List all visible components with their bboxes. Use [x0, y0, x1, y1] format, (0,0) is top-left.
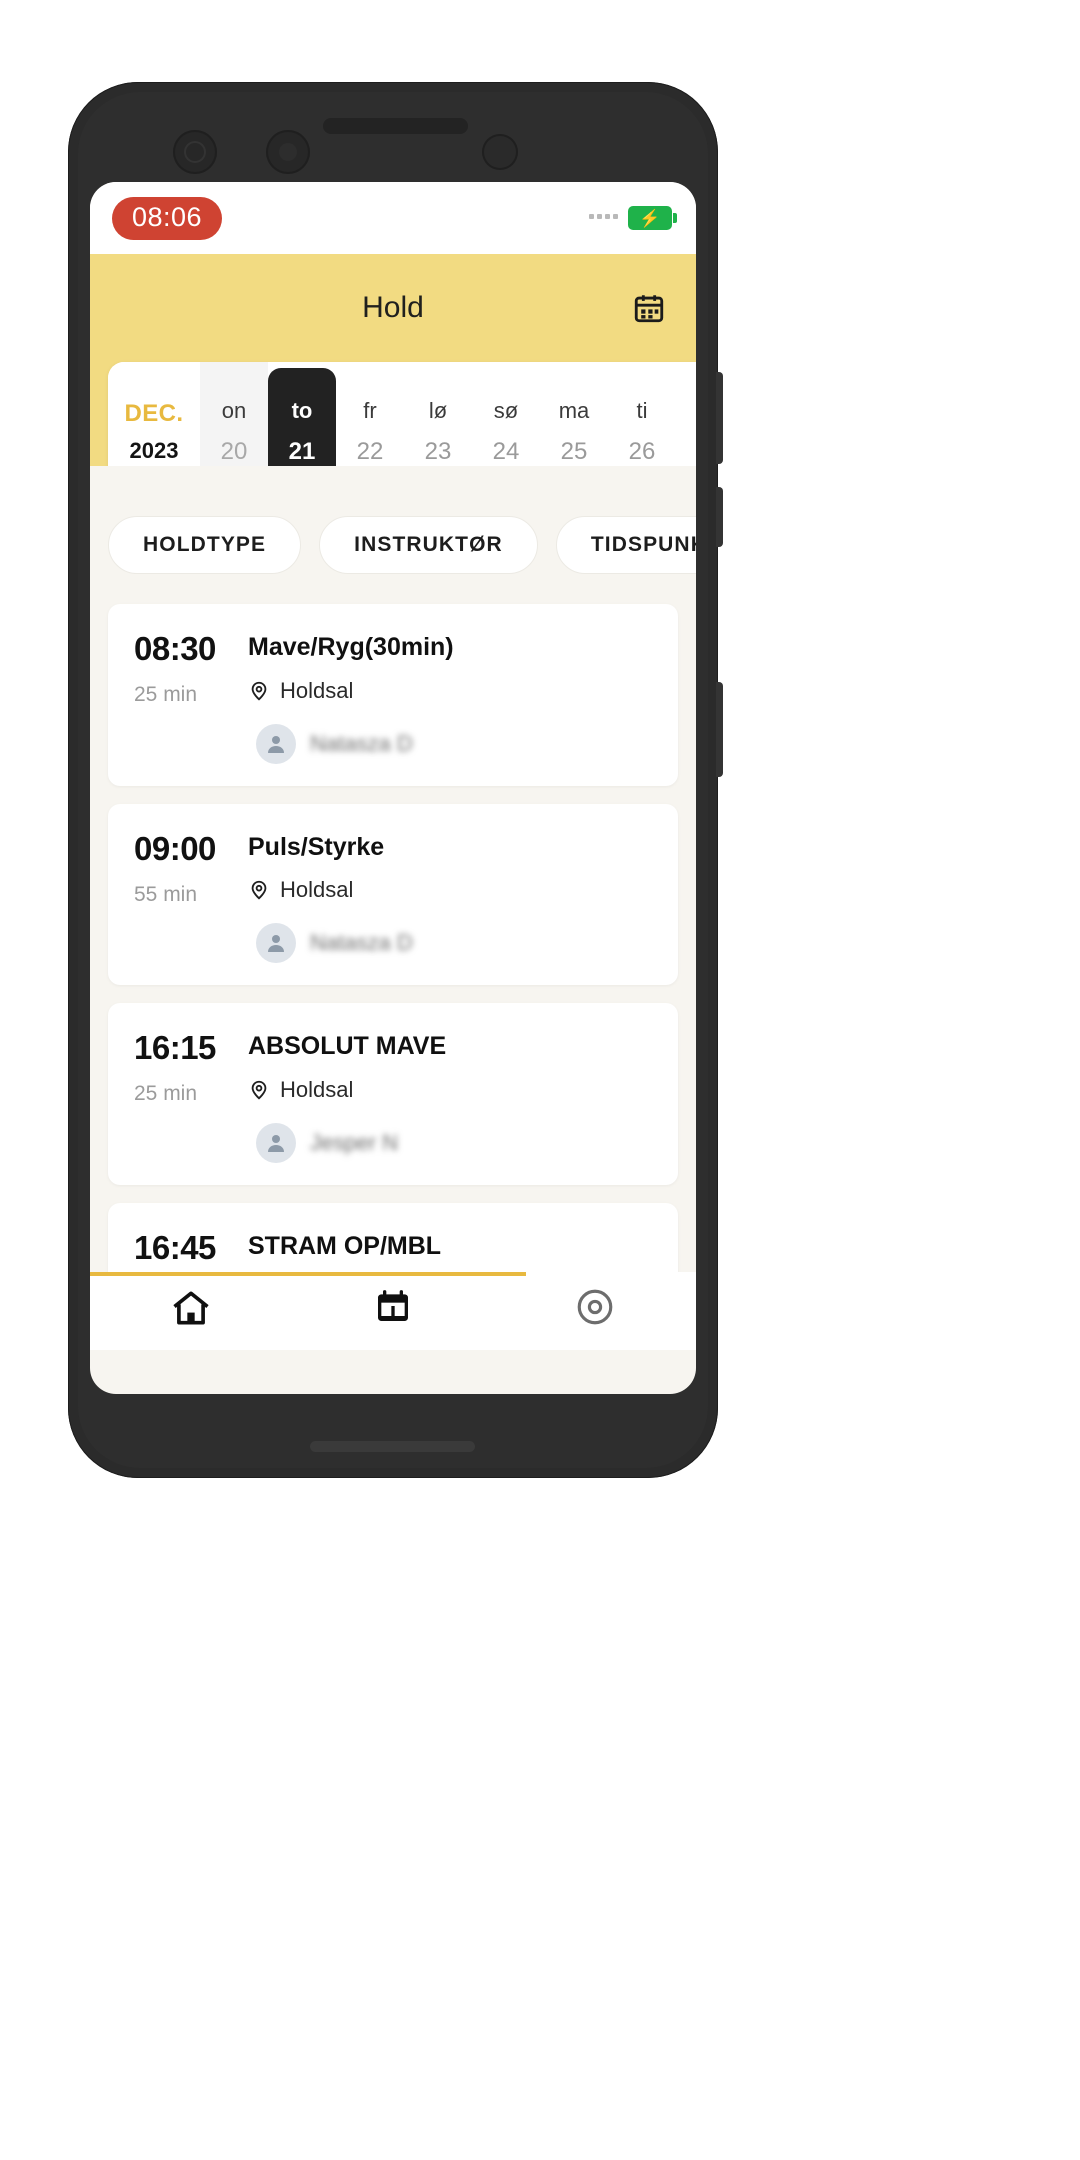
nav-item-target[interactable] [494, 1286, 696, 1328]
calendar-icon[interactable] [628, 287, 670, 329]
class-title: Mave/Ryg(30min) [248, 633, 454, 661]
battery-charging-icon: ⚡ [628, 206, 677, 230]
nav-item-home[interactable] [90, 1286, 292, 1330]
class-location-row: Holdsal [248, 678, 652, 704]
phone-screen: 08:06 ⚡ Hold DEC. 2023 on 20 to 21 fr 22… [90, 182, 696, 1394]
volume-down-button[interactable] [716, 487, 723, 547]
class-location-row: Holdsal [248, 877, 652, 903]
date-strip-container: DEC. 2023 on 20 to 21 fr 22 lø 23 sø 24 … [90, 362, 696, 502]
proximity-sensor-icon [482, 134, 518, 170]
class-card-details: ABSOLUT MAVE Holdsal Jesper N [248, 1029, 652, 1163]
class-duration: 25 min [134, 1082, 198, 1105]
location-pin-icon [251, 1080, 267, 1099]
location-pin-icon [251, 880, 267, 900]
screenshot-stage: 08:06 ⚡ Hold DEC. 2023 on 20 to 21 fr 22… [0, 0, 1080, 2160]
front-camera-icon [266, 130, 310, 174]
date-number: 24 [492, 438, 520, 465]
class-start-time: 08:30 [134, 630, 216, 667]
class-duration: 55 min [134, 882, 198, 906]
class-instructor-row: Natasza D [248, 923, 652, 963]
date-number: 25 [560, 438, 588, 465]
target-icon [577, 1289, 613, 1325]
class-location-row: Holdsal [248, 1077, 652, 1103]
date-number: 23 [424, 438, 452, 465]
date-number: 26 [628, 438, 656, 465]
instructor-name: Jesper N [310, 1129, 399, 1155]
person-icon [268, 735, 284, 753]
class-start-time: 16:45 [134, 1228, 216, 1266]
weekday-label: lø [428, 398, 448, 423]
bottom-navigation-bar[interactable] [90, 1272, 696, 1350]
class-card-details: Puls/Styrke Holdsal Natasza D [248, 830, 652, 963]
class-card[interactable]: 09:00 55 min Puls/Styrke Holdsal Natasza… [108, 803, 678, 985]
filter-chip-row[interactable]: HOLDTYPE INSTRUKTØR TIDSPUNKT [90, 516, 696, 574]
weekday-label: on [221, 398, 247, 423]
date-number: 22 [356, 438, 384, 465]
filter-chip-holdtype[interactable]: HOLDTYPE [108, 516, 302, 574]
date-number: 20 [220, 438, 248, 465]
class-card-time-block: 08:30 25 min [134, 630, 226, 764]
class-title: STRAM OP/MBL [248, 1231, 442, 1260]
instructor-avatar [256, 723, 296, 764]
class-title: Puls/Styrke [248, 832, 385, 861]
location-pin-icon [251, 681, 267, 700]
class-card-time-block: 09:00 55 min [134, 830, 226, 964]
date-number: 21 [288, 438, 316, 465]
instructor-avatar [256, 1122, 296, 1163]
charging-bolt-icon: ⚡ [639, 208, 661, 228]
person-icon [268, 935, 284, 952]
class-card[interactable]: 16:15 25 min ABSOLUT MAVE Holdsal Jesper… [108, 1003, 678, 1185]
weekday-label: ti [636, 398, 648, 423]
weekday-label: fr [363, 398, 377, 423]
page-title: Hold [362, 291, 424, 324]
class-card-details: Mave/Ryg(30min) Holdsal Natasza D [248, 630, 652, 764]
filter-chip-instruktor[interactable]: INSTRUKTØR [319, 516, 538, 574]
weekday-label: to [291, 398, 313, 423]
person-icon [268, 1134, 284, 1152]
class-start-time: 09:00 [134, 829, 216, 867]
signal-dots-icon [589, 214, 618, 222]
class-card-time-block: 16:15 25 min [134, 1029, 226, 1163]
earpiece-speaker [323, 118, 468, 134]
filter-chip-tidspunkt[interactable]: TIDSPUNKT [555, 516, 696, 574]
weekday-label: sø [493, 398, 519, 423]
class-card[interactable]: 08:30 25 min Mave/Ryg(30min) Holdsal Nat… [108, 604, 678, 786]
nav-item-calendar[interactable] [292, 1286, 494, 1326]
volume-up-button[interactable] [716, 372, 723, 464]
year-text: 2023 [129, 438, 179, 463]
phone-chin-speaker [310, 1441, 475, 1452]
status-bar-indicators: ⚡ [589, 206, 677, 230]
month-text: DEC. [124, 400, 184, 427]
instructor-name: Natasza D [310, 730, 413, 756]
class-card-list: 08:30 25 min Mave/Ryg(30min) Holdsal Nat… [90, 604, 696, 1350]
calendar-icon [378, 1290, 408, 1321]
camera-lens-icon [173, 130, 217, 174]
class-location-label: Holdsal [280, 677, 354, 703]
instructor-name: Natasza D [310, 930, 413, 955]
instructor-avatar [256, 923, 296, 963]
class-instructor-row: Jesper N [248, 1122, 652, 1163]
weekday-label: ma [558, 398, 590, 423]
class-location-label: Holdsal [280, 877, 354, 902]
class-start-time: 16:15 [134, 1029, 216, 1066]
status-bar-clock: 08:06 [112, 196, 223, 240]
class-duration: 25 min [134, 683, 198, 706]
class-title: ABSOLUT MAVE [248, 1032, 447, 1060]
class-location-label: Holdsal [280, 1076, 354, 1102]
phone-device-frame: 08:06 ⚡ Hold DEC. 2023 on 20 to 21 fr 22… [68, 82, 723, 1478]
nav-accent-line [90, 1272, 527, 1276]
class-instructor-row: Natasza D [248, 723, 652, 764]
power-button[interactable] [716, 682, 723, 777]
home-icon [173, 1291, 209, 1325]
class-list-scroll-area[interactable]: HOLDTYPE INSTRUKTØR TIDSPUNKT 08:30 25 m… [90, 466, 696, 1350]
app-bar: Hold [90, 254, 696, 362]
status-bar: 08:06 ⚡ [90, 182, 696, 254]
